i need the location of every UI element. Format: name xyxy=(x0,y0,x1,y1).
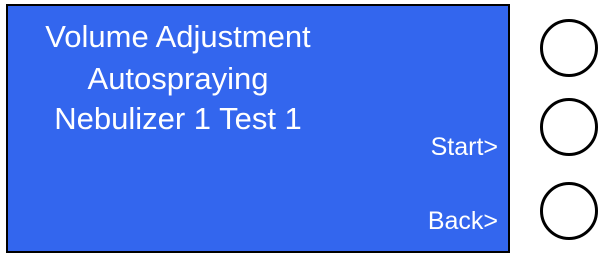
screen-title: Volume Adjustment xyxy=(45,19,311,54)
back-softkey-label[interactable]: Back> xyxy=(428,206,498,236)
start-hardware-button[interactable] xyxy=(540,98,598,156)
lcd-display: Volume Adjustment Autospraying Nebulizer… xyxy=(6,4,510,253)
screen-subtitle-mode: Autospraying xyxy=(87,61,269,96)
screen-subtitle-nebulizer-test: Nebulizer 1 Test 1 xyxy=(54,101,302,136)
start-softkey-label[interactable]: Start> xyxy=(431,132,498,162)
back-hardware-button[interactable] xyxy=(540,182,598,240)
top-hardware-button[interactable] xyxy=(540,19,598,77)
